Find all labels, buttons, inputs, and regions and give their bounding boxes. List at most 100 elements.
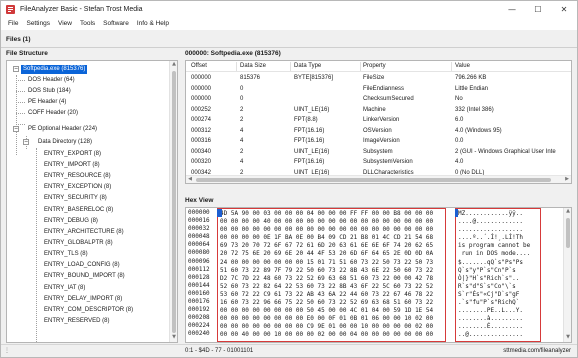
title-bar: FileAnalyzer Basic - Stefan Trost Media …: [1, 1, 577, 17]
table-row[interactable]: 000000 0 ChecksumSecured No: [186, 94, 571, 104]
tree-item-label: PE Optional Header (224): [28, 125, 98, 132]
table-row[interactable]: 000312 4 FPT(16.16) OSVersion 4.0 (Windows 9…: [186, 126, 571, 136]
tree-item-root[interactable]: Softpedia.exe (815376): [21, 64, 88, 74]
tree-item-dos-header[interactable]: DOS Header (64): [26, 75, 77, 85]
tree-item-entry[interactable]: ENTRY_SECURITY (8): [42, 193, 109, 203]
close-button[interactable]: ✕: [551, 1, 577, 17]
scroll-up-icon[interactable]: ▲: [170, 61, 177, 69]
tree-item-label: ENTRY_ARCHITECTURE (8): [44, 228, 124, 235]
hex-view[interactable]: 000000 000016 000032 000048 000064 000080 0000…: [185, 207, 572, 343]
table-cell: 2 (GUI - Windows Graphical User Inte: [455, 148, 556, 155]
tree-item-label: ENTRY_RESERVED (8): [44, 317, 110, 324]
column-header-offset[interactable]: Offset: [191, 61, 236, 72]
tree-item-entry[interactable]: ENTRY_RESERVED (8): [42, 316, 111, 326]
table-row[interactable]: 000000 815376 BYTE[815376] FileSize 796.266 …: [186, 73, 571, 83]
menu-info-help[interactable]: Info & Help: [133, 20, 173, 27]
table-row[interactable]: 000320 4 FPT(16.16) SubsystemVersion 4.0: [186, 157, 571, 167]
status-bar: ⋮ 0:1 - $4D - 77 - 01001101 sttmedia.com…: [1, 344, 577, 357]
minimize-button[interactable]: —: [499, 1, 525, 17]
tree-item-entry[interactable]: ENTRY_DEBUG (8): [42, 216, 100, 226]
tree-item-pe-optional-header[interactable]: PE Optional Header (224): [26, 124, 99, 134]
column-separator[interactable]: [360, 62, 361, 71]
collapse-toggle-icon[interactable]: −: [13, 126, 19, 132]
hex-byte-row: 51 60 73 22 89 7F 79 22 50 60 73 22 8B 4…: [220, 266, 434, 274]
hex-offset: 000080: [188, 249, 210, 257]
tree-item-entry[interactable]: ENTRY_COM_DESCRIPTOR (8): [42, 305, 135, 315]
tree-item-entry[interactable]: ENTRY_EXPORT (8): [42, 149, 103, 159]
column-header-data-type[interactable]: Data Type: [294, 61, 360, 72]
hex-byte-row: 00 00 00 00 00 00 00 00 00 00 00 00 00 0…: [220, 226, 434, 234]
column-header-data-size[interactable]: Data Size: [240, 61, 290, 72]
scroll-down-icon[interactable]: ▼: [564, 334, 571, 342]
table-row[interactable]: 000000 0 FileEndianness Little Endian: [186, 84, 571, 94]
tree-item-entry[interactable]: ENTRY_EXCEPTION (8): [42, 182, 113, 192]
tree-item-entry[interactable]: ENTRY_ARCHITECTURE (8): [42, 227, 126, 237]
scroll-thumb[interactable]: [196, 178, 551, 182]
hex-bytes-panel[interactable]: 4D 5A 90 00 03 00 00 00 04 00 00 00 FF F…: [217, 208, 446, 342]
menu-view[interactable]: View: [54, 20, 76, 27]
hex-scrollbar[interactable]: ▲ ▼: [563, 208, 571, 342]
tree-item-dos-stub[interactable]: DOS Stub (184): [26, 86, 73, 96]
hex-offset: 000016: [188, 217, 210, 225]
tree-item-label: ENTRY_SECURITY (8): [44, 194, 107, 201]
tree-item-entry[interactable]: ENTRY_BOUND_IMPORT (8): [42, 271, 127, 281]
tree-item-data-directory[interactable]: Data Directory (128): [36, 137, 94, 147]
scroll-up-icon[interactable]: ▲: [564, 208, 571, 216]
app-window: FileAnalyzer Basic - Stefan Trost Media …: [0, 0, 578, 358]
tree-item-entry[interactable]: ENTRY_IMPORT (8): [42, 160, 102, 170]
tree-item-entry[interactable]: ENTRY_TLS (8): [42, 249, 90, 259]
tree-connector: [16, 102, 25, 103]
hex-ascii-row: S`r"És"«Cj"D`s"gF: [458, 290, 520, 298]
table-cell: ImageVersion: [363, 138, 400, 144]
tree-item-label: ENTRY_IMPORT (8): [44, 161, 100, 168]
column-header-property[interactable]: Property: [363, 61, 451, 72]
table-row[interactable]: 000252 2 UINT_LE(16) Machine 332 (Intel 386): [186, 105, 571, 115]
tree-item-entry[interactable]: ENTRY_IAT (8): [42, 283, 87, 293]
tree-item-entry[interactable]: ENTRY_GLOBALPTR (8): [42, 238, 115, 248]
hex-offset: 000064: [188, 241, 210, 249]
table-row[interactable]: 000274 2 FPT(8.8) LinkerVersion 6.0: [186, 115, 571, 125]
table-cell: 4.0: [455, 159, 464, 165]
menu-software[interactable]: Software: [99, 20, 133, 27]
tree-item-entry[interactable]: ENTRY_RESOURCE (8): [42, 171, 113, 181]
files-toggle[interactable]: Files (1): [1, 32, 577, 46]
collapse-toggle-icon[interactable]: −: [13, 66, 19, 72]
tree-item-entry[interactable]: ENTRY_BASERELOC (8): [42, 205, 115, 215]
tree-item-label: ENTRY_EXCEPTION (8): [44, 183, 112, 190]
menu-settings[interactable]: Settings: [22, 20, 54, 27]
column-header-value[interactable]: Value: [455, 61, 567, 72]
table-row[interactable]: 000340 2 UINT_LE(16) Subsystem 2 (GUI - Wind…: [186, 147, 571, 157]
table-row[interactable]: 000316 4 FPT(16.16) ImageVersion 0.0: [186, 136, 571, 146]
hex-ascii-row: R`s"d"S`s"Co"\`s: [458, 282, 516, 290]
file-structure-tree[interactable]: Softpedia.exe (815376) − DOS Header (64)…: [6, 60, 178, 343]
scroll-thumb[interactable]: [566, 218, 570, 248]
hex-byte-row: 20 72 75 6E 20 69 6E 20 44 4F 53 20 6D 6…: [220, 250, 434, 258]
menu-file[interactable]: File: [4, 20, 22, 27]
collapse-toggle-icon[interactable]: −: [23, 139, 29, 145]
hex-ascii-row: ....@.............: [458, 218, 524, 226]
menu-tools[interactable]: Tools: [76, 20, 99, 27]
tree-item-pe-header[interactable]: PE Header (4): [26, 97, 68, 107]
column-separator[interactable]: [451, 62, 452, 71]
column-separator[interactable]: [236, 62, 237, 71]
window-title: FileAnalyzer Basic - Stefan Trost Media: [20, 5, 143, 13]
maximize-button[interactable]: ☐: [525, 1, 551, 17]
status-website[interactable]: sttmedia.com/fileanalyzer: [503, 348, 571, 354]
scroll-right-icon[interactable]: ▶: [563, 176, 571, 183]
tree-item-label: ENTRY_TLS (8): [44, 250, 88, 257]
scroll-left-icon[interactable]: ◀: [186, 176, 194, 183]
tree-item-coff-header[interactable]: COFF Header (20): [26, 108, 80, 118]
table-cell: SubsystemVersion: [363, 159, 413, 165]
column-separator[interactable]: [290, 62, 291, 71]
table-cell: 4: [240, 159, 244, 165]
properties-table[interactable]: Offset Data Size Data Type Property Valu…: [185, 60, 572, 184]
table-cell: 000000: [191, 85, 212, 92]
tree-item-entry[interactable]: ENTRY_DELAY_IMPORT (8): [42, 294, 124, 304]
tree-scrollbar[interactable]: ▲ ▼: [169, 61, 177, 342]
scroll-thumb[interactable]: [172, 71, 176, 333]
table-horizontal-scrollbar[interactable]: ◀ ▶: [186, 175, 571, 183]
hex-byte-row: 00 00 00 00 00 00 00 00 50 45 00 00 4C 0…: [220, 307, 434, 315]
tree-item-entry[interactable]: ENTRY_LOAD_CONFIG (8): [42, 260, 122, 270]
hex-ascii-panel[interactable]: MZ............ÿÿ.. ....@.................…: [455, 208, 541, 342]
scroll-down-icon[interactable]: ▼: [170, 334, 177, 342]
